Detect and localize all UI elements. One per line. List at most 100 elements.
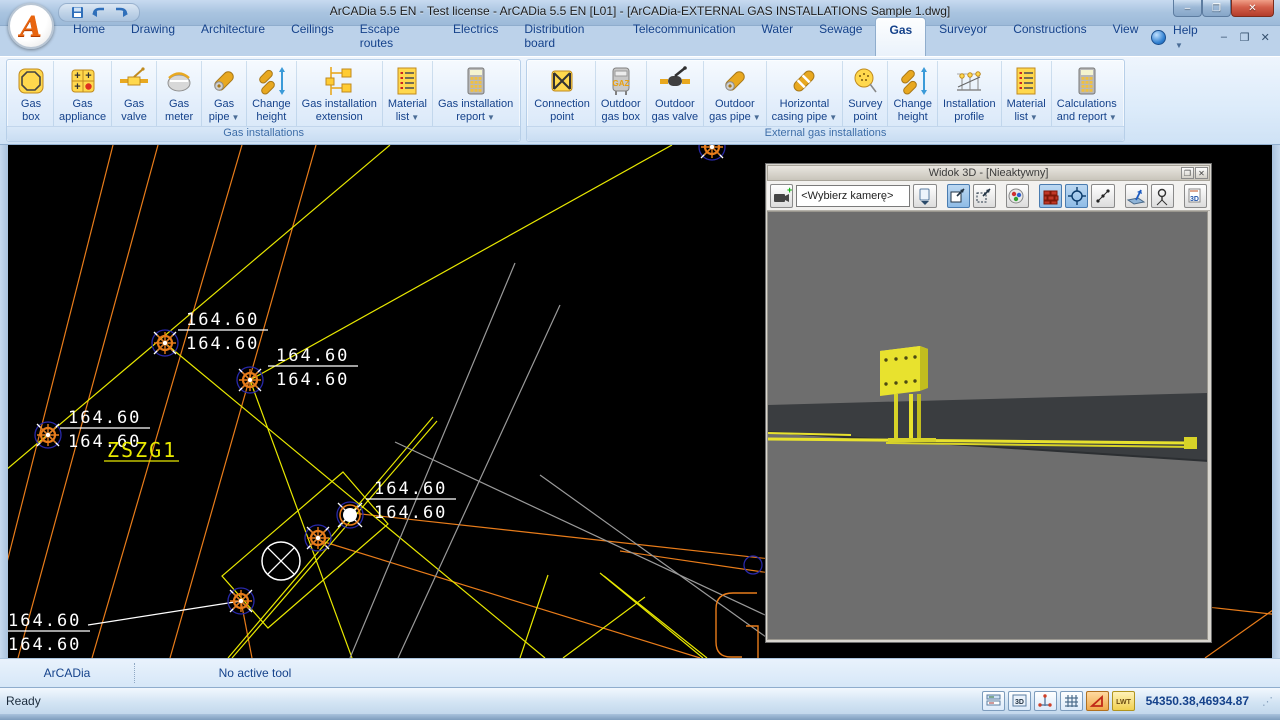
tab-drawing[interactable]: Drawing xyxy=(118,17,188,56)
tab-ceilings[interactable]: Ceilings xyxy=(278,17,347,56)
close-button[interactable]: ✕ xyxy=(1231,0,1274,17)
zoom-select-icon[interactable] xyxy=(973,184,996,208)
material-list-button[interactable]: Materiallist▼ xyxy=(382,61,432,126)
outdoor-valve-icon xyxy=(658,64,692,98)
ribbon-group-label: Gas installations xyxy=(7,126,520,141)
bricks-icon[interactable] xyxy=(1039,184,1062,208)
chevron-down-icon: ▼ xyxy=(829,111,837,124)
camera-select-combo[interactable]: <Wybierz kamerę> xyxy=(796,185,910,207)
tab-home[interactable]: Home xyxy=(60,17,118,56)
outdoor-gas-pipe-button[interactable]: Outdoorgas pipe▼ xyxy=(703,61,766,126)
status-lwt-toggle[interactable]: LWT xyxy=(1112,691,1135,711)
button-label: and report▼ xyxy=(1057,111,1117,124)
survey-point-button[interactable]: Surveypoint xyxy=(842,61,887,126)
help-menu[interactable]: Help ▼ xyxy=(1173,23,1210,51)
gas-valve-button[interactable]: Gasvalve xyxy=(111,61,156,126)
status-snap-toggle[interactable] xyxy=(1034,691,1057,711)
tab-sewage[interactable]: Sewage xyxy=(806,17,875,56)
status-threeD-toggle[interactable]: 3D xyxy=(1008,691,1031,711)
button-label: Outdoor xyxy=(655,98,695,111)
survey-point-marker[interactable] xyxy=(228,588,254,614)
calculations-and-report-button[interactable]: Calculationsand report▼ xyxy=(1051,61,1122,126)
tab-telecommunication[interactable]: Telecommunication xyxy=(620,17,749,56)
walk-icon[interactable] xyxy=(1091,184,1114,208)
doc-restore-button[interactable]: ❐ xyxy=(1238,31,1252,44)
combo-drop-icon[interactable] xyxy=(913,184,936,208)
view-3d-title-bar[interactable]: Widok 3D - [Nieaktywny] ❐ ✕ xyxy=(767,165,1210,181)
button-label: Outdoor xyxy=(601,98,641,111)
view-3d-window[interactable]: Widok 3D - [Nieaktywny] ❐ ✕ +<Wybierz ka… xyxy=(765,163,1212,643)
status-layers-toggle[interactable] xyxy=(982,691,1005,711)
canvas-left-frame xyxy=(0,145,8,658)
tab-distribution-board[interactable]: Distribution board xyxy=(511,17,619,56)
add-camera-icon[interactable]: + xyxy=(770,184,793,208)
connection-point-button[interactable]: Connectionpoint xyxy=(529,61,595,126)
survey-point-marker[interactable] xyxy=(35,422,61,448)
canvas-right-scrollbar[interactable] xyxy=(1272,145,1280,658)
gas-box-front xyxy=(880,346,920,396)
tab-escape-routes[interactable]: Escape routes xyxy=(347,17,440,56)
button-label: Installation xyxy=(943,98,996,111)
extension-icon xyxy=(322,64,356,98)
export-3d-icon[interactable]: 3D xyxy=(1184,184,1207,208)
cursor-coordinates: 54350.38,46934.87 xyxy=(1146,694,1249,708)
gas-meter-button[interactable]: Gasmeter xyxy=(156,61,201,126)
button-label: box xyxy=(22,111,40,124)
button-label: Change xyxy=(252,98,291,111)
gas-appliance-button[interactable]: +++Gasappliance xyxy=(53,61,111,126)
view-3d-close-button[interactable]: ✕ xyxy=(1195,167,1208,179)
ribbon-tabs: HomeDrawingArchitectureCeilingsEscape ro… xyxy=(60,17,1151,56)
arcadia-orb-menu-button[interactable]: A xyxy=(8,3,54,49)
orbit-icon[interactable] xyxy=(1065,184,1088,208)
doc-minimize-button[interactable]: – xyxy=(1217,31,1231,43)
tab-architecture[interactable]: Architecture xyxy=(188,17,278,56)
tab-view[interactable]: View xyxy=(1100,17,1152,56)
gas-installation-extension-button[interactable]: Gas installationextension xyxy=(296,61,382,126)
ribbon-tab-row: HomeDrawingArchitectureCeilingsEscape ro… xyxy=(0,27,1280,56)
zoom-window-icon[interactable] xyxy=(947,184,970,208)
gas-installation-report-button[interactable]: Gas installationreport▼ xyxy=(432,61,518,126)
view-3d-viewport[interactable] xyxy=(767,211,1208,640)
button-label: Outdoor xyxy=(715,98,755,111)
status-grid-toggle[interactable] xyxy=(1060,691,1083,711)
gas-appliance-icon: +++ xyxy=(66,64,100,98)
horizontal-casing-pipe-button[interactable]: Horizontalcasing pipe▼ xyxy=(766,61,843,126)
status-angle-toggle[interactable] xyxy=(1086,691,1109,711)
button-label: Gas installation xyxy=(438,98,513,111)
tab-gas[interactable]: Gas xyxy=(875,17,926,56)
outdoor-gas-valve-button[interactable]: Outdoorgas valve xyxy=(646,61,703,126)
chevron-down-icon: ▼ xyxy=(411,111,419,124)
view-3d-restore-button[interactable]: ❐ xyxy=(1181,167,1194,179)
gas-meter-icon xyxy=(162,64,196,98)
resize-grip[interactable]: ⋰ xyxy=(1262,695,1274,708)
chevron-down-icon: ▼ xyxy=(487,111,495,124)
material-list-button[interactable]: Materiallist▼ xyxy=(1001,61,1051,126)
change-height-button[interactable]: Changeheight xyxy=(246,61,296,126)
tab-constructions[interactable]: Constructions xyxy=(1000,17,1099,56)
survey-point-marker[interactable] xyxy=(237,367,263,393)
button-label: Gas xyxy=(72,98,92,111)
elevation-top-value: 164.60 xyxy=(186,310,259,330)
active-tool-status: No active tool xyxy=(135,666,375,680)
report-calc-icon xyxy=(459,64,493,98)
plane-arrow-icon[interactable] xyxy=(1125,184,1148,208)
gas-box-button[interactable]: Gasbox xyxy=(9,61,53,126)
gas-pipe-button[interactable]: Gaspipe▼ xyxy=(201,61,246,126)
survey-point-marker[interactable] xyxy=(152,330,178,356)
profile-icon xyxy=(952,64,986,98)
button-label: appliance xyxy=(59,111,106,124)
tab-surveyor[interactable]: Surveyor xyxy=(926,17,1000,56)
survey-point-marker[interactable] xyxy=(305,525,331,551)
minimize-button[interactable]: – xyxy=(1173,0,1202,17)
tab-electrics[interactable]: Electrics xyxy=(440,17,511,56)
projector-icon[interactable] xyxy=(1151,184,1174,208)
button-label: Gas xyxy=(21,98,41,111)
button-label: gas valve xyxy=(652,111,698,124)
outdoor-gas-box-button[interactable]: GAZOutdoorgas box xyxy=(595,61,646,126)
maximize-button[interactable]: ❐ xyxy=(1202,0,1231,17)
tab-water[interactable]: Water xyxy=(749,17,807,56)
installation-profile-button[interactable]: Installationprofile xyxy=(937,61,1001,126)
color-ball-icon[interactable] xyxy=(1006,184,1029,208)
doc-close-button[interactable]: ✕ xyxy=(1258,31,1272,44)
change-height-button[interactable]: Changeheight xyxy=(887,61,937,126)
